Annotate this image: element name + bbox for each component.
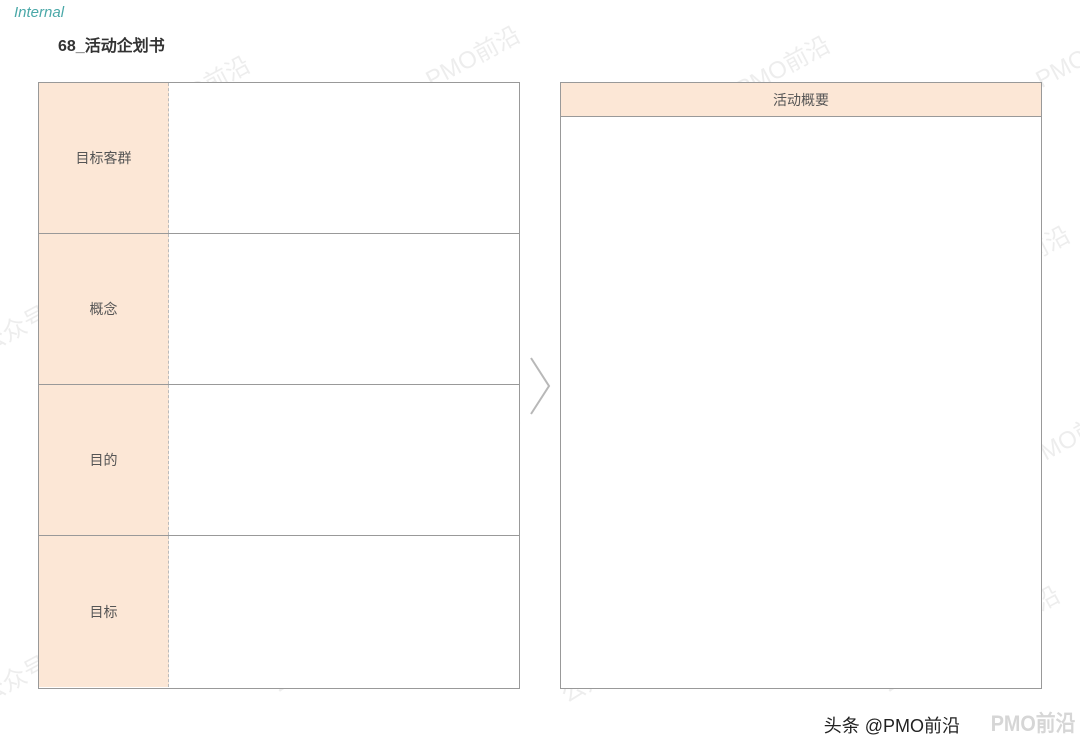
row-label: 目标客群 [39,83,169,233]
right-panel-header: 活动概要 [561,83,1041,117]
row-content [169,234,519,384]
row-label: 目的 [39,385,169,535]
left-panel: 目标客群 概念 目的 目标 [38,82,520,689]
row-label: 概念 [39,234,169,384]
row-content [169,385,519,535]
attribution-text: 头条 @PMO前沿 [824,712,960,738]
right-panel-body [561,117,1041,688]
brand-logo-text: PMO前沿 [991,706,1076,738]
row-label: 目标 [39,536,169,687]
main-layout: 目标客群 概念 目的 目标 活动概要 [38,82,1042,689]
row-concept: 概念 [39,234,519,385]
page-title: 68_活动企划书 [58,32,165,56]
row-content [169,536,519,687]
arrow-icon [520,82,560,689]
right-panel: 活动概要 [560,82,1042,689]
internal-label: Internal [14,4,64,21]
row-target-customer: 目标客群 [39,83,519,234]
row-goal: 目标 [39,536,519,687]
row-purpose: 目的 [39,385,519,536]
row-content [169,83,519,233]
